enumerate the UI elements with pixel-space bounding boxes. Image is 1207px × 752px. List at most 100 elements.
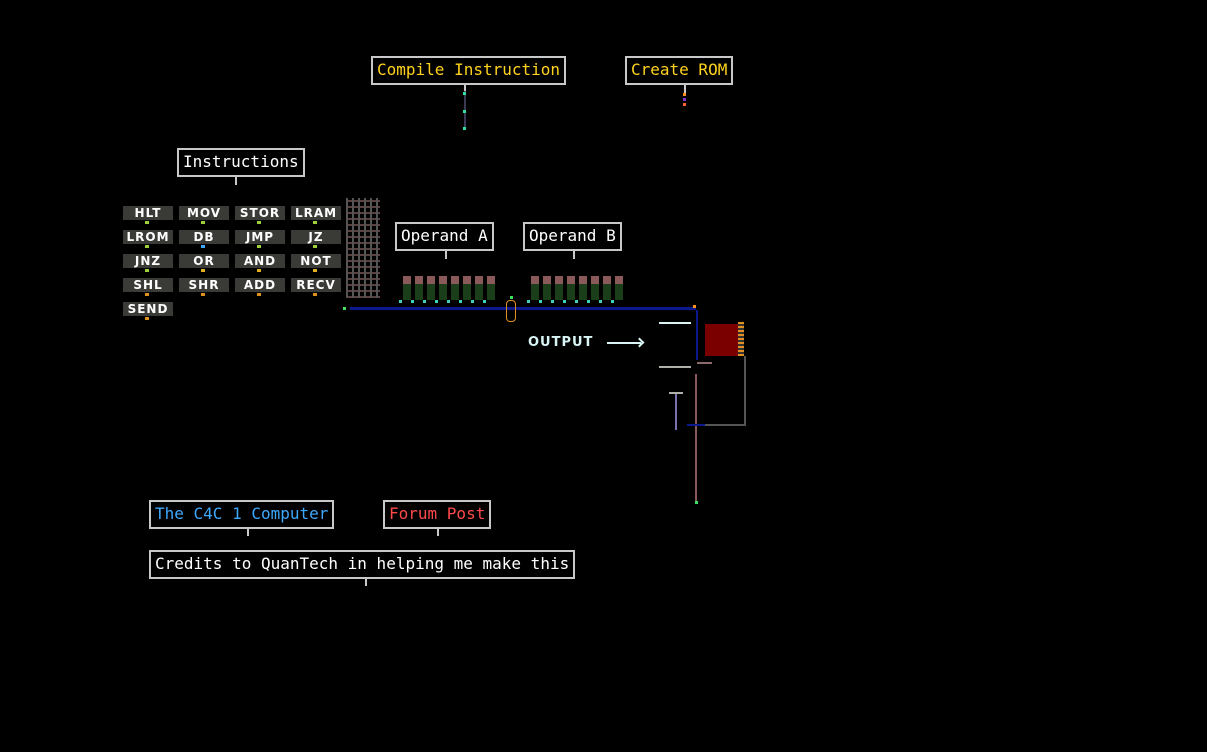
- operand-a-bit-toggle[interactable]: [451, 276, 459, 300]
- operand-b-bit-toggle[interactable]: [579, 276, 587, 300]
- operand-a-bit-connector: [459, 300, 462, 303]
- operand-a-bit-connector: [447, 300, 450, 303]
- instruction-label: SEND: [127, 302, 169, 316]
- operand-b-bit-toggle[interactable]: [591, 276, 599, 300]
- display-pins: [738, 322, 744, 356]
- instruction-pin: [201, 269, 205, 272]
- instruction-pin: [313, 269, 317, 272]
- instruction-label: OR: [193, 254, 215, 268]
- display-return-wire: [744, 356, 746, 426]
- instruction-pin: [145, 269, 149, 272]
- instruction-button-stor[interactable]: STOR: [235, 206, 285, 224]
- instruction-pin: [313, 293, 317, 296]
- compile-node: [463, 92, 466, 95]
- output-bus-vertical: [696, 310, 698, 360]
- instruction-button-recv[interactable]: RECV: [291, 278, 341, 296]
- operand-a-bit-connector: [435, 300, 438, 303]
- instruction-label: LRAM: [294, 206, 338, 220]
- output-small-line: [697, 362, 712, 364]
- operand-b-bit-toggle[interactable]: [603, 276, 611, 300]
- instruction-button-lrom[interactable]: LROM: [123, 230, 173, 248]
- rom-node: [683, 98, 686, 101]
- instruction-button-shl[interactable]: SHL: [123, 278, 173, 296]
- operand-a-bit-connector: [411, 300, 414, 303]
- computer-name-link[interactable]: The C4C 1 Computer: [149, 500, 335, 529]
- operand-b-bit-toggle[interactable]: [615, 276, 623, 300]
- operand-a-bit-toggle[interactable]: [439, 276, 447, 300]
- operand-a-label: Operand A: [395, 222, 494, 251]
- decoder-grid: [346, 198, 380, 298]
- operand-a-bit-toggle[interactable]: [415, 276, 423, 300]
- compile-instruction-button[interactable]: Compile Instruction: [371, 56, 567, 85]
- operand-b-text: Operand B: [529, 226, 616, 245]
- operand-b-bit-connector: [527, 300, 530, 303]
- instructions-heading: Instructions: [177, 148, 305, 177]
- instruction-button-send[interactable]: SEND: [123, 302, 173, 320]
- instruction-button-or[interactable]: OR: [179, 254, 229, 272]
- operand-a-bit-toggle[interactable]: [463, 276, 471, 300]
- instructions-heading-text: Instructions: [183, 152, 299, 171]
- forum-post-link[interactable]: Forum Post: [383, 500, 492, 529]
- operand-a-bit-connector: [423, 300, 426, 303]
- credits-text: Credits to QuanTech in helping me make t…: [155, 554, 570, 573]
- operand-b-bit-connector: [539, 300, 542, 303]
- operand-a-bit-toggle[interactable]: [427, 276, 435, 300]
- instruction-label: STOR: [239, 206, 281, 220]
- instruction-pin: [257, 293, 261, 296]
- instruction-label: ADD: [243, 278, 277, 292]
- compile-node: [463, 110, 466, 113]
- credits-stem: [365, 579, 367, 586]
- operand-b-bit-connector: [563, 300, 566, 303]
- instruction-label: LROM: [126, 230, 170, 244]
- operand-b-bit-toggle[interactable]: [543, 276, 551, 300]
- connector-node: [510, 296, 513, 299]
- instruction-button-not[interactable]: NOT: [291, 254, 341, 272]
- instruction-button-shr[interactable]: SHR: [179, 278, 229, 296]
- operand-b-stem: [573, 251, 575, 259]
- output-arrow-icon: [607, 342, 641, 344]
- instruction-label: JZ: [308, 230, 324, 244]
- operand-b-bit-toggle[interactable]: [531, 276, 539, 300]
- instruction-button-and[interactable]: AND: [235, 254, 285, 272]
- instruction-label: AND: [243, 254, 277, 268]
- instruction-label: HLT: [134, 206, 162, 220]
- instruction-label: JMP: [245, 230, 275, 244]
- instruction-label: MOV: [186, 206, 222, 220]
- operand-b-label: Operand B: [523, 222, 622, 251]
- rom-node: [683, 93, 686, 96]
- operand-b-bit-toggle[interactable]: [555, 276, 563, 300]
- instruction-button-hlt[interactable]: HLT: [123, 206, 173, 224]
- instruction-pin: [313, 245, 317, 248]
- data-bus: [350, 307, 696, 310]
- operand-a-bit-toggle[interactable]: [475, 276, 483, 300]
- instruction-pin: [145, 245, 149, 248]
- instruction-button-lram[interactable]: LRAM: [291, 206, 341, 224]
- output-line-mid: [659, 366, 691, 368]
- instruction-button-jnz[interactable]: JNZ: [123, 254, 173, 272]
- bus-node: [693, 305, 696, 308]
- instruction-pin: [201, 293, 205, 296]
- connector-ring: [506, 300, 516, 322]
- output-display[interactable]: [705, 324, 738, 356]
- operand-a-bit-connector: [471, 300, 474, 303]
- instruction-label: NOT: [300, 254, 332, 268]
- instruction-label: RECV: [296, 278, 336, 292]
- instruction-button-add[interactable]: ADD: [235, 278, 285, 296]
- wire-end-node: [695, 501, 698, 504]
- operand-b-bit-toggle[interactable]: [567, 276, 575, 300]
- instruction-label: DB: [193, 230, 215, 244]
- output-label: OUTPUT: [528, 335, 594, 350]
- create-rom-button[interactable]: Create ROM: [625, 56, 734, 85]
- instruction-button-db[interactable]: DB: [179, 230, 229, 248]
- t-stem: [675, 394, 677, 430]
- operand-a-bit-toggle[interactable]: [487, 276, 495, 300]
- operand-b-bit-connector: [551, 300, 554, 303]
- computer-stem: [247, 529, 249, 536]
- instruction-button-jmp[interactable]: JMP: [235, 230, 285, 248]
- operand-a-bit-toggle[interactable]: [403, 276, 411, 300]
- instruction-button-jz[interactable]: JZ: [291, 230, 341, 248]
- instruction-pin: [201, 221, 205, 224]
- rom-node: [683, 103, 686, 106]
- instructions-stem: [235, 177, 237, 185]
- instruction-button-mov[interactable]: MOV: [179, 206, 229, 224]
